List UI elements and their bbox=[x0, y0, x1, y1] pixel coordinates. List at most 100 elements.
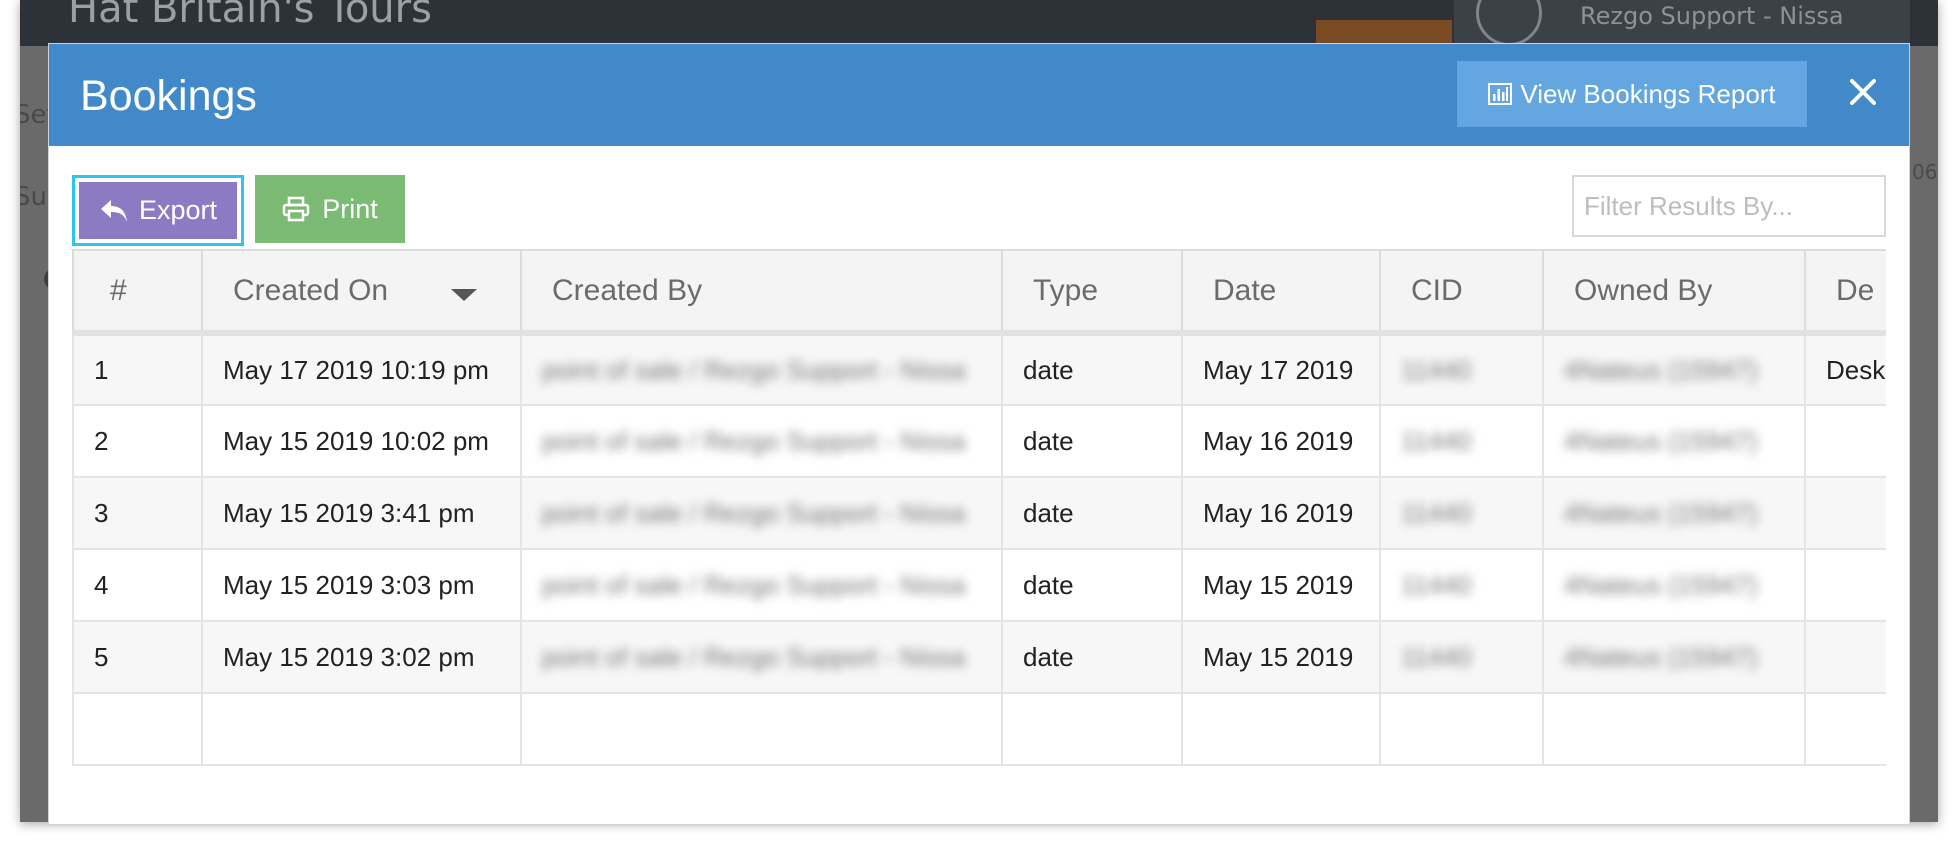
table-row[interactable]: 5 May 15 2019 3:02 pm point of sale / Re… bbox=[72, 620, 1886, 694]
cell-created-on: May 15 2019 3:03 pm bbox=[201, 548, 522, 622]
table-row[interactable]: 3 May 15 2019 3:41 pm point of sale / Re… bbox=[72, 476, 1886, 550]
cell-owned-by-text: 4Nateus (15947) bbox=[1564, 425, 1758, 456]
cell-num: 1 bbox=[72, 332, 203, 406]
cell-num: 2 bbox=[72, 404, 203, 478]
cell-empty bbox=[1804, 692, 1886, 766]
cell-cid-text: 11440 bbox=[1401, 569, 1472, 600]
cell-cid: 11440 bbox=[1379, 476, 1544, 550]
export-label: Export bbox=[138, 195, 218, 225]
export-highlight: Export bbox=[72, 175, 244, 246]
background-user-label: Rezgo Support - Nissa bbox=[1580, 2, 1844, 30]
cell-empty bbox=[72, 692, 203, 766]
cell-owned-by: 4Nateus (15947) bbox=[1542, 404, 1806, 478]
table-row[interactable]: 1 May 17 2019 10:19 pm point of sale / R… bbox=[72, 332, 1886, 406]
cell-created-on: May 17 2019 10:19 pm bbox=[201, 332, 522, 406]
cell-created-by: point of sale / Rezgo Support - Nissa bbox=[520, 332, 1003, 406]
cell-cid-text: 11440 bbox=[1401, 641, 1472, 672]
print-button[interactable]: Print bbox=[255, 175, 405, 243]
cell-created-by-text: point of sale / Rezgo Support - Nissa bbox=[542, 497, 966, 528]
column-header-cid[interactable]: CID bbox=[1379, 249, 1544, 336]
bookings-table: # Created On Created By Type Date CID Ow… bbox=[72, 249, 1886, 766]
cell-created-on: May 15 2019 3:41 pm bbox=[201, 476, 522, 550]
cell-de bbox=[1804, 476, 1886, 550]
table-row[interactable]: 2 May 15 2019 10:02 pm point of sale / R… bbox=[72, 404, 1886, 478]
cell-num: 3 bbox=[72, 476, 203, 550]
reply-arrow-icon bbox=[100, 199, 127, 222]
cell-num: 4 bbox=[72, 548, 203, 622]
close-icon bbox=[1850, 79, 1876, 105]
cell-empty bbox=[1379, 692, 1544, 766]
cell-empty bbox=[1001, 692, 1183, 766]
cell-de bbox=[1804, 404, 1886, 478]
cell-date: May 17 2019 bbox=[1181, 332, 1381, 406]
cell-cid: 11440 bbox=[1379, 332, 1544, 406]
cell-empty bbox=[1542, 692, 1806, 766]
column-header-de[interactable]: De bbox=[1804, 249, 1886, 336]
cell-created-on: May 15 2019 10:02 pm bbox=[201, 404, 522, 478]
column-header-type[interactable]: Type bbox=[1001, 249, 1183, 336]
cell-type: date bbox=[1001, 332, 1183, 406]
bookings-table-container: # Created On Created By Type Date CID Ow… bbox=[72, 249, 1886, 813]
cell-type: date bbox=[1001, 548, 1183, 622]
filter-results-input[interactable] bbox=[1572, 175, 1886, 237]
sort-descending-icon bbox=[451, 289, 477, 301]
cell-num: 5 bbox=[72, 620, 203, 694]
cell-date: May 16 2019 bbox=[1181, 476, 1381, 550]
cell-cid: 11440 bbox=[1379, 620, 1544, 694]
cell-date: May 16 2019 bbox=[1181, 404, 1381, 478]
printer-icon bbox=[282, 196, 310, 222]
table-row-empty bbox=[72, 692, 1886, 766]
background-title: Hat Britain's Tours bbox=[68, 0, 432, 32]
modal-header: Bookings View Bookings Report bbox=[49, 44, 1909, 146]
cell-owned-by-text: 4Nateus (15947) bbox=[1564, 354, 1758, 385]
bar-chart-icon bbox=[1488, 83, 1513, 105]
column-header-created-on-label: Created On bbox=[233, 273, 389, 307]
close-button[interactable] bbox=[1837, 66, 1889, 118]
cell-created-by: point of sale / Rezgo Support - Nissa bbox=[520, 620, 1003, 694]
cell-cid-text: 11440 bbox=[1401, 425, 1472, 456]
cell-created-on: May 15 2019 3:02 pm bbox=[201, 620, 522, 694]
cell-de bbox=[1804, 548, 1886, 622]
column-header-created-on[interactable]: Created On bbox=[201, 249, 522, 336]
cell-owned-by: 4Nateus (15947) bbox=[1542, 620, 1806, 694]
modal-title: Bookings bbox=[80, 72, 257, 120]
column-header-num[interactable]: # bbox=[72, 249, 203, 336]
table-header-row: # Created On Created By Type Date CID Ow… bbox=[72, 249, 1886, 336]
cell-empty bbox=[201, 692, 522, 766]
bookings-modal: Bookings View Bookings Report Export Pri… bbox=[48, 43, 1910, 825]
cell-owned-by: 4Nateus (15947) bbox=[1542, 332, 1806, 406]
column-header-owned-by[interactable]: Owned By bbox=[1542, 249, 1806, 336]
cell-type: date bbox=[1001, 404, 1183, 478]
cell-owned-by: 4Nateus (15947) bbox=[1542, 476, 1806, 550]
background-side-text-3: 06/ bbox=[1912, 160, 1938, 184]
cell-owned-by: 4Nateus (15947) bbox=[1542, 548, 1806, 622]
export-button[interactable]: Export bbox=[79, 182, 237, 239]
cell-owned-by-text: 4Nateus (15947) bbox=[1564, 497, 1758, 528]
cell-cid: 11440 bbox=[1379, 548, 1544, 622]
cell-cid-text: 11440 bbox=[1401, 354, 1472, 385]
cell-type: date bbox=[1001, 620, 1183, 694]
cell-empty bbox=[520, 692, 1003, 766]
table-row[interactable]: 4 May 15 2019 3:03 pm point of sale / Re… bbox=[72, 548, 1886, 622]
column-header-date[interactable]: Date bbox=[1181, 249, 1381, 336]
cell-created-by-text: point of sale / Rezgo Support - Nissa bbox=[542, 425, 966, 456]
cell-created-by: point of sale / Rezgo Support - Nissa bbox=[520, 476, 1003, 550]
cell-owned-by-text: 4Nateus (15947) bbox=[1564, 569, 1758, 600]
print-label: Print bbox=[322, 193, 378, 224]
cell-created-by-text: point of sale / Rezgo Support - Nissa bbox=[542, 569, 966, 600]
column-header-created-by[interactable]: Created By bbox=[520, 249, 1003, 336]
cell-de: Desk bbox=[1804, 332, 1886, 406]
cell-owned-by-text: 4Nateus (15947) bbox=[1564, 641, 1758, 672]
view-bookings-report-button[interactable]: View Bookings Report bbox=[1457, 61, 1807, 127]
view-bookings-report-label: View Bookings Report bbox=[1520, 78, 1776, 109]
cell-de bbox=[1804, 620, 1886, 694]
cell-cid: 11440 bbox=[1379, 404, 1544, 478]
cell-date: May 15 2019 bbox=[1181, 548, 1381, 622]
cell-type: date bbox=[1001, 476, 1183, 550]
cell-created-by: point of sale / Rezgo Support - Nissa bbox=[520, 548, 1003, 622]
cell-empty bbox=[1181, 692, 1381, 766]
cell-cid-text: 11440 bbox=[1401, 497, 1472, 528]
cell-created-by-text: point of sale / Rezgo Support - Nissa bbox=[542, 641, 966, 672]
cell-date: May 15 2019 bbox=[1181, 620, 1381, 694]
cell-created-by-text: point of sale / Rezgo Support - Nissa bbox=[542, 354, 966, 385]
